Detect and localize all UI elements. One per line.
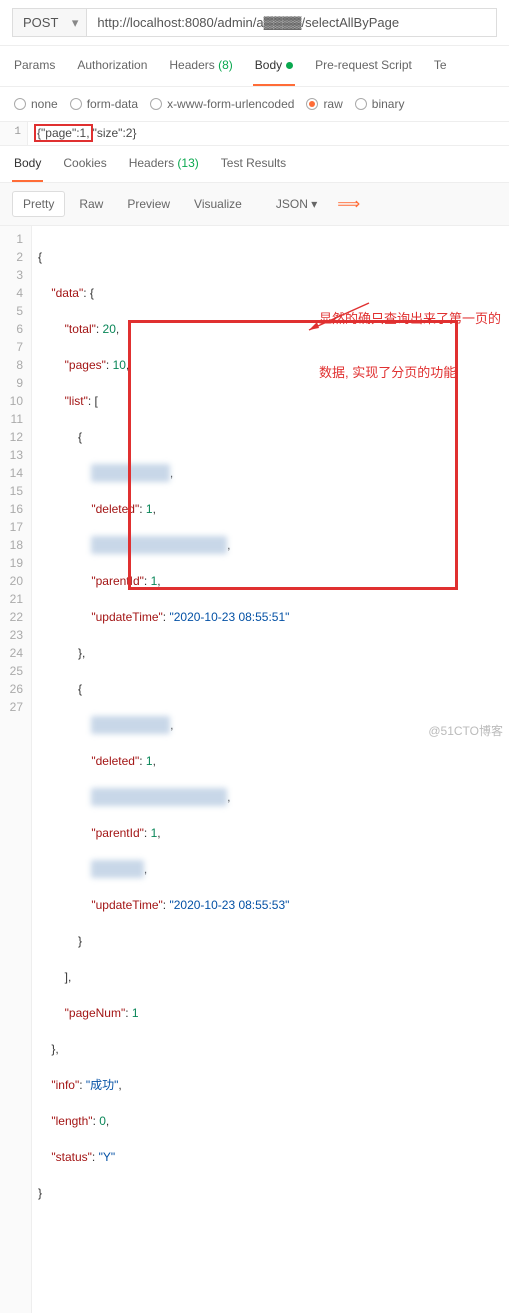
- response-tabs: Body Cookies Headers (13) Test Results: [0, 146, 509, 183]
- radio-raw[interactable]: raw: [306, 97, 342, 111]
- radio-form-data[interactable]: form-data: [70, 97, 138, 111]
- view-visualize[interactable]: Visualize: [184, 192, 252, 216]
- response-json-viewer[interactable]: 1234567891011121314151617181920212223242…: [0, 226, 509, 1313]
- body-indicator-icon: [286, 62, 293, 69]
- http-method-select[interactable]: POST: [12, 8, 87, 37]
- rtab-test-results[interactable]: Test Results: [219, 146, 288, 182]
- highlighted-page-param: {"page":1,: [34, 124, 93, 142]
- tab-body[interactable]: Body: [253, 46, 295, 86]
- tab-params[interactable]: Params: [12, 46, 57, 86]
- body-type-row: none form-data x-www-form-urlencoded raw…: [0, 87, 509, 122]
- json-content: { "data": { "total": 20, "pages": 10, "l…: [32, 226, 509, 1313]
- rtab-body[interactable]: Body: [12, 146, 43, 182]
- tab-prerequest[interactable]: Pre-request Script: [313, 46, 414, 86]
- request-tabs: Params Authorization Headers (8) Body Pr…: [0, 46, 509, 87]
- response-view-bar: Pretty Raw Preview Visualize JSON ▾ ⟹: [0, 183, 509, 226]
- json-line-numbers: 1234567891011121314151617181920212223242…: [0, 226, 32, 1313]
- request-body-editor[interactable]: 1 {"page":1,"size":2}: [0, 122, 509, 146]
- tab-headers[interactable]: Headers (8): [167, 46, 234, 86]
- tab-tests[interactable]: Te: [432, 46, 449, 86]
- rtab-headers[interactable]: Headers (13): [127, 146, 201, 182]
- radio-xwww[interactable]: x-www-form-urlencoded: [150, 97, 294, 111]
- view-preview[interactable]: Preview: [117, 192, 180, 216]
- rtab-cookies[interactable]: Cookies: [61, 146, 108, 182]
- tab-authorization[interactable]: Authorization: [75, 46, 149, 86]
- view-raw[interactable]: Raw: [69, 192, 113, 216]
- url-input[interactable]: [87, 8, 497, 37]
- wrap-lines-icon[interactable]: ⟹: [337, 194, 360, 214]
- radio-binary[interactable]: binary: [355, 97, 405, 111]
- watermark: @51CTO博客: [428, 722, 503, 739]
- view-pretty[interactable]: Pretty: [12, 191, 65, 217]
- format-select[interactable]: JSON ▾: [268, 193, 325, 215]
- radio-none[interactable]: none: [14, 97, 58, 111]
- body-line-number: 1: [0, 122, 28, 145]
